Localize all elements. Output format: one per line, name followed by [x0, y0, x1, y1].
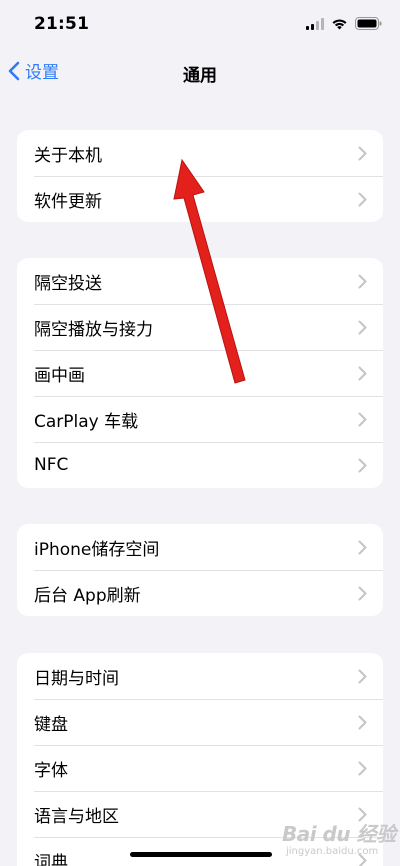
status-bar: 21:51 [0, 0, 400, 50]
chevron-right-icon [358, 586, 367, 600]
chevron-right-icon [358, 761, 367, 775]
chevron-right-icon [358, 146, 367, 160]
watermark-brand: Bai du 经验 [282, 822, 396, 846]
chevron-right-icon [358, 458, 367, 472]
row-label: CarPlay 车载 [34, 411, 139, 432]
settings-group-storage: iPhone储存空间 后台 App刷新 [17, 524, 383, 616]
status-time: 21:51 [34, 14, 90, 34]
baidu-jingyan-watermark: Bai du 经验 jingyan.baidu.com [282, 818, 398, 864]
navigation-bar: 设置 通用 [0, 54, 400, 90]
row-label: iPhone储存空间 [34, 539, 160, 560]
page-title: 通用 [183, 66, 217, 86]
row-label: 软件更新 [34, 191, 102, 212]
chevron-right-icon [358, 669, 367, 683]
settings-group-connectivity: 隔空投送 隔空播放与接力 画中画 CarPlay 车载 NFC [17, 258, 383, 488]
chevron-right-icon [358, 540, 367, 554]
status-icons [306, 17, 382, 30]
chevron-right-icon [358, 715, 367, 729]
settings-row-date-time[interactable]: 日期与时间 [17, 653, 383, 699]
chevron-right-icon [358, 366, 367, 380]
battery-icon [355, 17, 382, 30]
row-label: NFC [34, 455, 69, 475]
settings-row-picture-in-picture[interactable]: 画中画 [17, 350, 383, 396]
home-indicator[interactable] [130, 852, 272, 857]
row-label: 隔空播放与接力 [34, 319, 153, 340]
chevron-right-icon [358, 412, 367, 426]
row-label: 语言与地区 [34, 806, 119, 827]
settings-row-carplay[interactable]: CarPlay 车载 [17, 396, 383, 442]
row-label: 关于本机 [34, 145, 102, 166]
chevron-right-icon [358, 192, 367, 206]
row-label: 字体 [34, 760, 68, 781]
settings-row-nfc[interactable]: NFC [17, 442, 383, 488]
settings-row-background-app-refresh[interactable]: 后台 App刷新 [17, 570, 383, 616]
row-label: 日期与时间 [34, 668, 119, 689]
row-label: 键盘 [34, 714, 68, 735]
settings-row-about[interactable]: 关于本机 [17, 130, 383, 176]
settings-row-iphone-storage[interactable]: iPhone储存空间 [17, 524, 383, 570]
settings-group-about: 关于本机 软件更新 [17, 130, 383, 222]
row-label: 词典 [34, 852, 68, 866]
watermark-url: jingyan.baidu.com [286, 846, 379, 857]
row-label: 画中画 [34, 365, 85, 386]
settings-row-keyboard[interactable]: 键盘 [17, 699, 383, 745]
wifi-icon [332, 19, 347, 29]
settings-row-fonts[interactable]: 字体 [17, 745, 383, 791]
row-label: 隔空投送 [34, 273, 102, 294]
chevron-right-icon [358, 274, 367, 288]
settings-row-software-update[interactable]: 软件更新 [17, 176, 383, 222]
row-label: 后台 App刷新 [34, 585, 141, 606]
settings-row-airdrop[interactable]: 隔空投送 [17, 258, 383, 304]
settings-row-airplay-handoff[interactable]: 隔空播放与接力 [17, 304, 383, 350]
chevron-right-icon [358, 320, 367, 334]
cellular-signal-icon [306, 17, 324, 30]
